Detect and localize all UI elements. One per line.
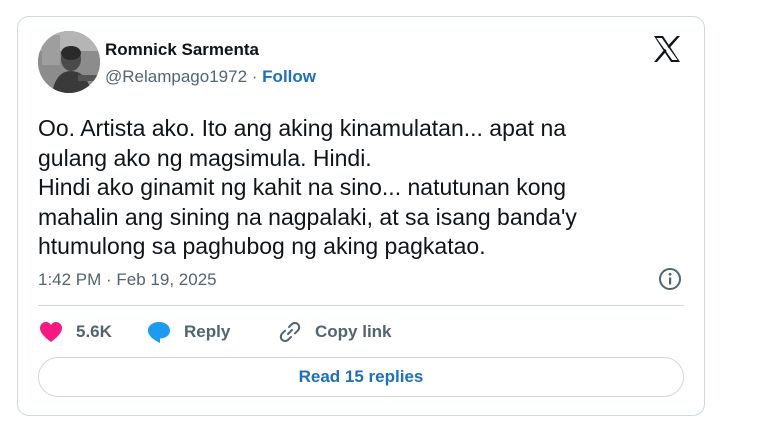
link-icon [279, 322, 301, 342]
reply-label: Reply [184, 322, 231, 341]
reply-button[interactable]: Reply [146, 317, 230, 347]
x-logo-icon[interactable] [652, 35, 682, 63]
author-handle-line: @Relampago1972 · Follow [105, 67, 316, 87]
tweet-text: Oo. Artista ako. Ito ang aking kinamulat… [38, 115, 577, 259]
author-name[interactable]: Romnick Sarmenta [105, 40, 259, 60]
separator-dot: · [251, 67, 258, 86]
like-button[interactable]: 5.6K [38, 317, 112, 347]
avatar[interactable] [38, 31, 100, 93]
info-icon[interactable] [658, 267, 682, 291]
author-handle[interactable]: @Relampago1972 [105, 67, 247, 86]
tweet-timestamp[interactable]: 1:42 PM · Feb 19, 2025 [38, 270, 217, 290]
speech-bubble-icon [148, 322, 170, 343]
divider [38, 305, 684, 306]
likes-count: 5.6K [76, 322, 112, 341]
avatar-photo [38, 31, 100, 93]
copy-link-label: Copy link [315, 322, 392, 341]
tweet-card: Romnick Sarmenta @Relampago1972 · Follow… [17, 16, 705, 416]
copy-link-button[interactable]: Copy link [278, 317, 392, 347]
read-replies-button[interactable]: Read 15 replies [38, 357, 684, 397]
follow-button[interactable]: Follow [262, 67, 316, 86]
heart-icon [40, 322, 62, 342]
